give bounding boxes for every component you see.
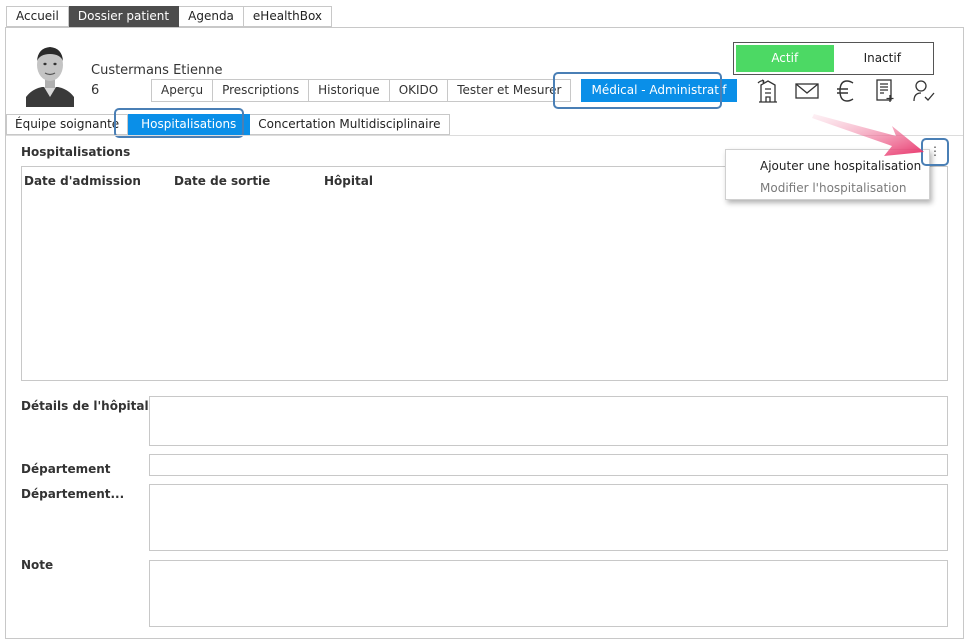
- tab-accueil[interactable]: Accueil: [6, 6, 69, 27]
- section-tabs: Équipe soignante Hospitalisations Concer…: [6, 114, 450, 135]
- note-label: Note: [21, 558, 54, 572]
- column-hopital[interactable]: Hôpital: [324, 174, 474, 188]
- action-icons: [756, 79, 936, 103]
- menu-item-modifier-hospitalisation: Modifier l'hospitalisation: [760, 181, 907, 195]
- status-actif-button[interactable]: Actif: [736, 45, 834, 72]
- tab-historique[interactable]: Historique: [309, 79, 390, 102]
- hospitalisation-context-menu: Ajouter une hospitalisation Modifier l'h…: [725, 149, 930, 200]
- column-date-sortie[interactable]: Date de sortie: [174, 174, 324, 188]
- tab-prescriptions[interactable]: Prescriptions: [213, 79, 310, 102]
- document-add-icon[interactable]: [873, 79, 897, 103]
- main-nav: Accueil Dossier patient Agenda eHealthBo…: [6, 6, 333, 27]
- user-check-icon[interactable]: [912, 79, 936, 103]
- tab-concertation-multidisciplinaire[interactable]: Concertation Multidisciplinaire: [250, 114, 450, 135]
- building-transfer-icon[interactable]: [756, 79, 780, 103]
- patient-id: 6: [91, 83, 100, 98]
- tab-hospitalisations[interactable]: Hospitalisations: [128, 114, 251, 135]
- envelope-icon[interactable]: [795, 79, 819, 103]
- menu-item-ajouter-hospitalisation[interactable]: Ajouter une hospitalisation: [726, 156, 929, 178]
- tab-ehealthbox[interactable]: eHealthBox: [243, 6, 333, 27]
- column-date-admission[interactable]: Date d'admission: [24, 174, 174, 188]
- tab-dossier-patient[interactable]: Dossier patient: [68, 6, 180, 27]
- euro-icon[interactable]: [834, 79, 858, 103]
- note-field[interactable]: [149, 560, 948, 627]
- tab-tester-mesurer[interactable]: Tester et Mesurer: [448, 79, 572, 102]
- department-label: Département: [21, 462, 111, 476]
- tab-agenda[interactable]: Agenda: [179, 6, 244, 27]
- patient-name: Custermans Etienne: [91, 63, 223, 78]
- department-more-field[interactable]: [149, 484, 948, 551]
- tab-okido[interactable]: OKIDO: [389, 79, 449, 102]
- status-inactif-button[interactable]: Inactif: [834, 45, 932, 72]
- patient-tabs: Aperçu Prescriptions Historique OKIDO Te…: [151, 79, 737, 102]
- tab-medical-administratif[interactable]: Médical - Administratif: [581, 79, 737, 102]
- department-more-label: Département...: [21, 487, 125, 501]
- hospital-details-label: Détails de l'hôpital: [21, 399, 149, 413]
- patient-record-panel: Custermans Etienne 6 Aperçu Prescription…: [5, 27, 964, 639]
- patient-avatar: [24, 39, 76, 107]
- more-options-button[interactable]: ⋮: [925, 141, 945, 163]
- hospitalisations-title: Hospitalisations: [21, 145, 131, 159]
- status-toggle: Actif Inactif: [733, 42, 934, 75]
- tab-equipe-soignante[interactable]: Équipe soignante: [6, 114, 129, 135]
- hospital-details-field[interactable]: [149, 396, 948, 446]
- department-field[interactable]: [149, 454, 948, 476]
- tab-apercu[interactable]: Aperçu: [151, 79, 214, 102]
- section-divider: [6, 135, 963, 136]
